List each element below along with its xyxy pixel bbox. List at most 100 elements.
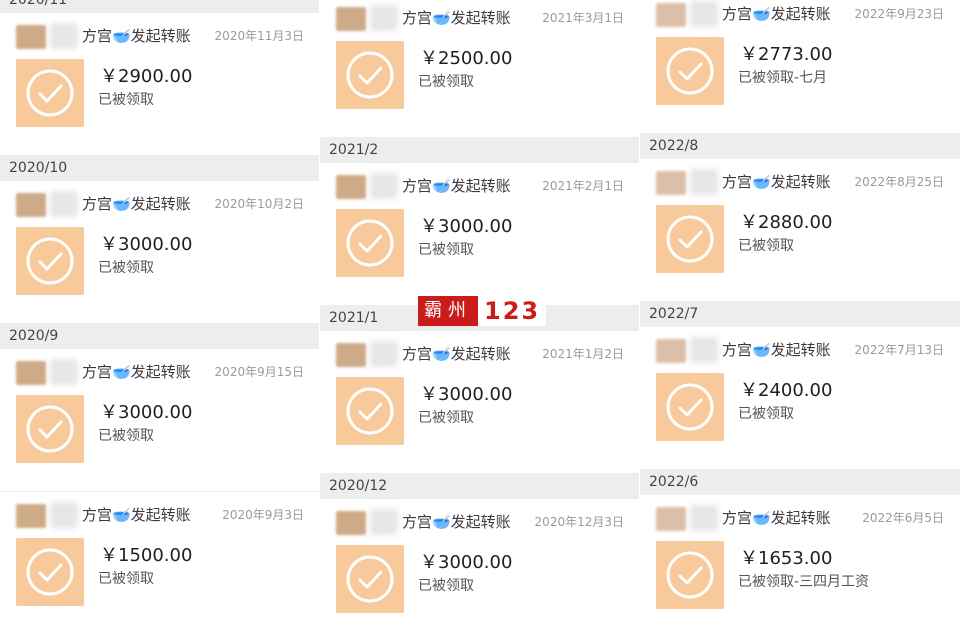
transfer-message[interactable]: 方宫🥣发起转账 2022年9月23日 ￥2773.00 已被领取-七月: [640, 0, 960, 133]
message-date: 2021年2月1日: [542, 179, 624, 193]
transfer-status: 已被领取-三四月工资: [738, 574, 870, 590]
message-date: 2020年10月2日: [214, 197, 304, 211]
transfer-message[interactable]: 方宫🥣发起转账 2022年8月25日 ￥2880.00 已被领取: [640, 159, 960, 301]
avatar[interactable]: [656, 339, 686, 363]
watermark-number: 123: [478, 296, 547, 326]
transfer-message[interactable]: 方宫🥣发起转账 2022年7月13日 ￥2400.00 已被领取: [640, 327, 960, 469]
avatar[interactable]: [336, 7, 366, 31]
transfer-received-icon[interactable]: [16, 395, 84, 463]
blurred-name: [50, 502, 78, 528]
month-header: 2020/11: [0, 0, 320, 12]
transfer-message[interactable]: 方宫🥣发起转账 2020年11月3日 ￥2900.00 已被领取: [0, 13, 320, 155]
transfer-amount: ￥1500.00: [100, 545, 193, 566]
transfer-received-icon[interactable]: [16, 59, 84, 127]
transfer-status: 已被领取: [418, 578, 474, 594]
transfer-message[interactable]: 方宫🥣发起转账 2020年9月15日 ￥3000.00 已被领取: [0, 349, 320, 491]
transfer-amount: ￥3000.00: [420, 552, 513, 573]
transfer-message[interactable]: 方宫🥣发起转账 2020年9月3日 ￥1500.00 已被领取: [0, 492, 320, 636]
month-header: 2020/9: [0, 324, 320, 348]
sender-label: 方宫🥣发起转账: [82, 363, 191, 381]
transfer-amount: ￥2880.00: [740, 212, 833, 233]
transfer-received-icon[interactable]: [336, 545, 404, 613]
month-header: 2020/12: [320, 474, 640, 498]
blurred-name: [370, 173, 398, 199]
avatar[interactable]: [336, 343, 366, 367]
transfer-received-icon[interactable]: [336, 209, 404, 277]
column-1: 2020/11 方宫🥣发起转账 2020年11月3日 ￥2900.00 已被领取 2020…: [0, 0, 320, 636]
transfer-received-icon[interactable]: [656, 541, 724, 609]
transfer-amount: ￥3000.00: [100, 234, 193, 255]
transfer-message[interactable]: 方宫🥣发起转账 2021年1月2日 ￥3000.00 已被领取: [320, 331, 640, 473]
blurred-name: [370, 509, 398, 535]
transfer-status: 已被领取: [98, 571, 154, 587]
transfer-amount: ￥3000.00: [420, 216, 513, 237]
blurred-name: [690, 169, 718, 195]
avatar[interactable]: [16, 504, 46, 528]
transfer-message[interactable]: 方宫🥣发起转账 2021年3月1日 ￥2500.00 已被领取: [320, 0, 640, 137]
message-date: 2022年6月5日: [862, 511, 944, 525]
message-date: 2022年8月25日: [854, 175, 944, 189]
transfer-amount: ￥3000.00: [420, 384, 513, 405]
transfer-message[interactable]: 方宫🥣发起转账 2021年2月1日 ￥3000.00 已被领取: [320, 163, 640, 305]
transfer-status: 已被领取: [738, 406, 794, 422]
sender-label: 方宫🥣发起转账: [402, 177, 511, 195]
avatar[interactable]: [16, 193, 46, 217]
column-3: 方宫🥣发起转账 2022年9月23日 ￥2773.00 已被领取-七月 2022/8 方宫…: [640, 0, 960, 636]
blurred-name: [370, 341, 398, 367]
avatar[interactable]: [656, 507, 686, 531]
transfer-status: 已被领取-七月: [738, 70, 828, 86]
sender-label: 方宫🥣发起转账: [82, 195, 191, 213]
transfer-received-icon[interactable]: [336, 41, 404, 109]
transfer-received-icon[interactable]: [16, 538, 84, 606]
message-date: 2020年12月3日: [534, 515, 624, 529]
avatar[interactable]: [656, 3, 686, 27]
transfer-message[interactable]: 方宫🥣发起转账 2020年12月3日 ￥3000.00 已被领取: [320, 499, 640, 636]
avatar[interactable]: [16, 25, 46, 49]
transfer-received-icon[interactable]: [336, 377, 404, 445]
month-header: 2022/7: [640, 302, 960, 326]
transfer-message[interactable]: 方宫🥣发起转账 2020年10月2日 ￥3000.00 已被领取: [0, 181, 320, 323]
transfer-received-icon[interactable]: [656, 373, 724, 441]
avatar[interactable]: [656, 171, 686, 195]
watermark: 霸州 123: [418, 296, 547, 326]
column-divider: [639, 0, 640, 636]
transfer-amount: ￥3000.00: [100, 402, 193, 423]
transfer-received-icon[interactable]: [656, 37, 724, 105]
message-date: 2020年9月15日: [214, 365, 304, 379]
blurred-name: [370, 5, 398, 31]
transfer-message[interactable]: 方宫🥣发起转账 2022年6月5日 ￥1653.00 已被领取-三四月工资: [640, 495, 960, 636]
message-date: 2022年7月13日: [854, 343, 944, 357]
avatar[interactable]: [16, 361, 46, 385]
month-header: 2021/2: [320, 138, 640, 162]
blurred-name: [690, 337, 718, 363]
transfer-amount: ￥2773.00: [740, 44, 833, 65]
sender-label: 方宫🥣发起转账: [402, 9, 511, 27]
message-date: 2021年3月1日: [542, 11, 624, 25]
transfer-amount: ￥2400.00: [740, 380, 833, 401]
sender-label: 方宫🥣发起转账: [722, 509, 831, 527]
transfer-amount: ￥1653.00: [740, 548, 833, 569]
sender-label: 方宫🥣发起转账: [722, 341, 831, 359]
transfer-status: 已被领取: [418, 410, 474, 426]
transfer-amount: ￥2500.00: [420, 48, 513, 69]
message-date: 2022年9月23日: [854, 7, 944, 21]
blurred-name: [50, 23, 78, 49]
sender-label: 方宫🥣发起转账: [402, 345, 511, 363]
month-header: 2020/10: [0, 156, 320, 180]
sender-label: 方宫🥣发起转账: [722, 173, 831, 191]
message-date: 2020年9月3日: [222, 508, 304, 522]
sender-label: 方宫🥣发起转账: [82, 27, 191, 45]
sender-label: 方宫🥣发起转账: [82, 506, 191, 524]
avatar[interactable]: [336, 511, 366, 535]
transfer-status: 已被领取: [98, 92, 154, 108]
transfer-status: 已被领取: [98, 428, 154, 444]
column-divider: [319, 0, 320, 636]
transfer-status: 已被领取: [418, 74, 474, 90]
watermark-text: 霸州: [418, 296, 478, 326]
blurred-name: [50, 191, 78, 217]
transfer-received-icon[interactable]: [656, 205, 724, 273]
avatar[interactable]: [336, 175, 366, 199]
blurred-name: [690, 1, 718, 27]
transfer-received-icon[interactable]: [16, 227, 84, 295]
blurred-name: [50, 359, 78, 385]
